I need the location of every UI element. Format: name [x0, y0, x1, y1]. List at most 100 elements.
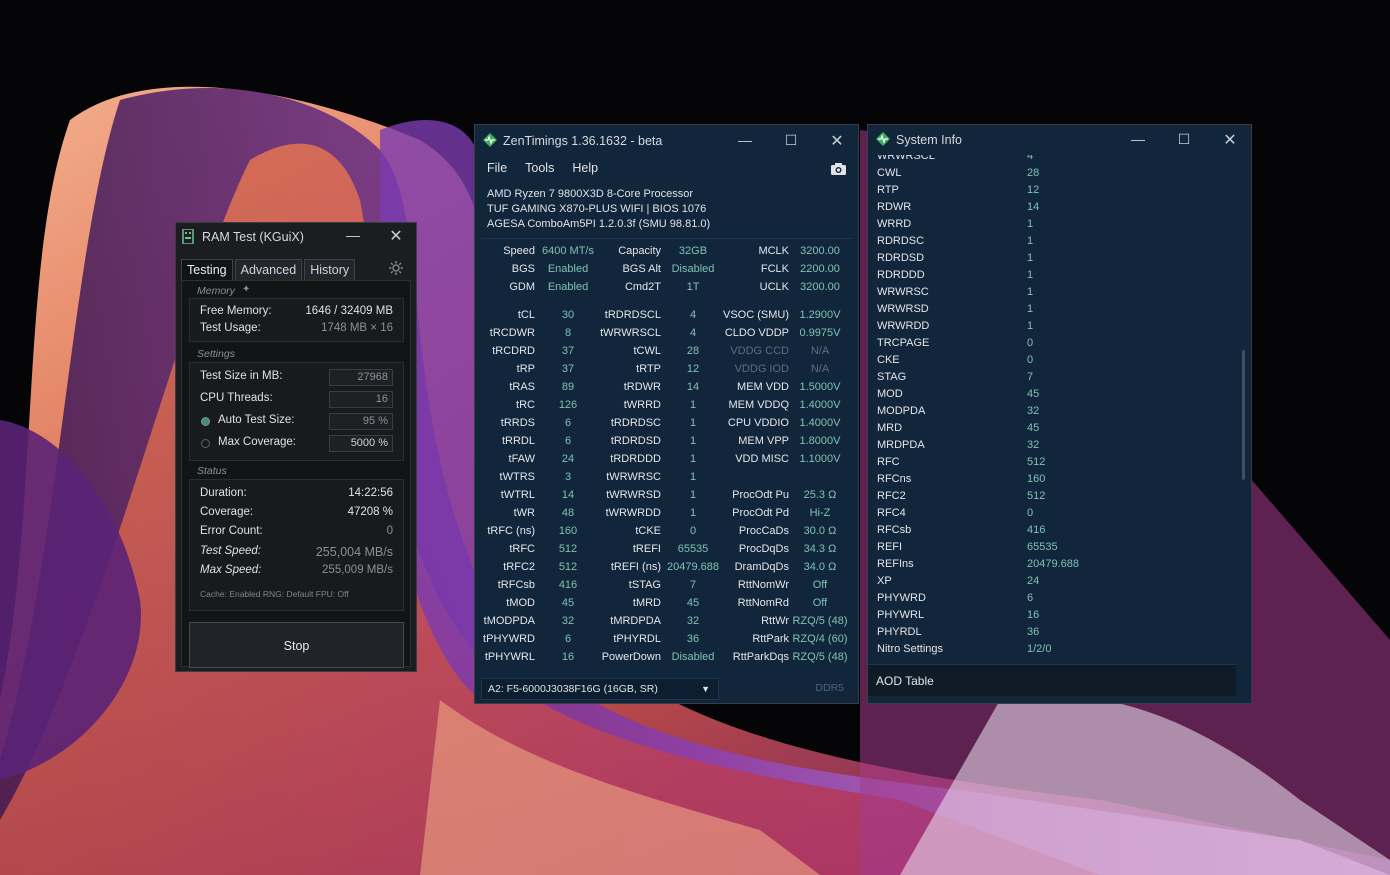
camera-icon[interactable] [831, 162, 846, 180]
list-item: MRD 45 [877, 420, 1236, 437]
timing-label: VDD MISC [735, 453, 789, 465]
stop-button[interactable]: Stop [189, 622, 404, 668]
auto-test-size-radio[interactable] [201, 417, 210, 426]
sysinfo-titlebar[interactable]: System Info — ☐ ✕ [868, 125, 1251, 155]
list-item-label: RDRDDD [877, 269, 925, 281]
minimize-button[interactable]: — [725, 132, 765, 148]
settings-icon[interactable] [388, 260, 404, 276]
timing-label: RttWr [761, 615, 789, 627]
list-item-label: RDWR [877, 201, 912, 213]
dimm-select[interactable]: A2: F5-6000J3038F16G (16GB, SR) ▼ [481, 678, 719, 700]
minimize-button[interactable]: — [333, 227, 373, 243]
timing-label: CLDO VDDP [724, 327, 789, 339]
list-item-value: 1 [1027, 218, 1034, 230]
timing-label: tPHYRDL [613, 633, 661, 645]
list-item-label: PHYWRL [877, 609, 925, 621]
list-item-value: 1 [1027, 320, 1034, 332]
timing-label: ProcDqDs [738, 543, 789, 555]
timing-value: 1.2900V [799, 309, 841, 321]
maximize-button[interactable]: ☐ [1164, 131, 1204, 148]
timing-value: RZQ/4 (60) [792, 633, 848, 645]
list-item-label: WRWRSCL [877, 155, 935, 162]
list-item-value: 12 [1027, 184, 1040, 196]
tab-advanced[interactable]: Advanced [234, 259, 303, 281]
list-item-label: PHYRDL [877, 626, 922, 638]
list-item-label: WRWRDD [877, 320, 930, 332]
menu-tools[interactable]: Tools [525, 161, 554, 175]
max-coverage-input[interactable]: 5000 % [329, 435, 393, 452]
timing-label: MEM VDDQ [728, 399, 790, 411]
timing-label: UCLK [759, 281, 789, 293]
list-item-value: 1 [1027, 286, 1034, 298]
ram-app-icon [182, 228, 194, 245]
list-item-label: RFCns [877, 473, 912, 485]
list-item-value: 4 [1027, 155, 1034, 162]
duration-label: Duration: [200, 487, 247, 499]
list-item: MOD 45 [877, 386, 1236, 403]
timing-value: 30.0 Ω [803, 525, 837, 537]
list-item-value: 24 [1027, 575, 1040, 587]
list-item-value: 0 [1027, 354, 1034, 366]
timing-label: tRAS [509, 381, 535, 393]
timing-label: FCLK [760, 263, 789, 275]
cpu-threads-input[interactable]: 16 [329, 391, 393, 408]
timing-label: tRCDRD [492, 345, 535, 357]
timing-label: VSOC (SMU) [723, 309, 789, 321]
list-item: WRWRDD 1 [877, 318, 1236, 335]
timing-label: GDM [509, 281, 535, 293]
timing-label: tFAW [508, 453, 535, 465]
timing-label: ProcCaDs [738, 525, 789, 537]
zen-titlebar[interactable]: ZenTimings 1.36.1632 - beta — ☐ ✕ [475, 125, 858, 156]
list-item-label: PHYWRD [877, 592, 926, 604]
max-speed-value: 255,009 MB/s [322, 564, 393, 576]
timing-value: 34.3 Ω [803, 543, 837, 555]
aod-table-row[interactable]: AOD Table [868, 664, 1236, 696]
timing-value: 3200.00 [800, 281, 840, 293]
timing-value: 1.5000V [799, 381, 841, 393]
list-item: MRDPDA 32 [877, 437, 1236, 454]
zen-title: ZenTimings 1.36.1632 - beta [503, 134, 663, 148]
menu-file[interactable]: File [487, 161, 507, 175]
max-coverage-radio[interactable] [201, 439, 210, 448]
list-item-value: 32 [1027, 439, 1040, 451]
list-item: RTP 12 [877, 182, 1236, 199]
list-item-value: 1 [1027, 269, 1034, 281]
close-button[interactable]: ✕ [376, 226, 416, 246]
timing-value: 1.8000V [799, 435, 841, 447]
list-item-value: 512 [1027, 490, 1046, 502]
scrollbar-thumb[interactable] [1242, 350, 1245, 480]
free-memory-value: 1646 / 32409 MB [305, 305, 393, 317]
maximize-button[interactable]: ☐ [771, 132, 811, 149]
sysinfo-app-icon [876, 132, 890, 151]
list-item: REFIns 20479.688 [877, 556, 1236, 573]
menu-help[interactable]: Help [572, 161, 598, 175]
settings-group-label: Settings [197, 348, 235, 360]
minimize-button[interactable]: — [1118, 131, 1158, 147]
ramtest-titlebar[interactable]: RAM Test (KGuiX) — ✕ [176, 223, 416, 251]
timing-label: tRTP [636, 363, 661, 375]
tab-testing[interactable]: Testing [181, 259, 233, 281]
timing-label: BGS [511, 263, 535, 275]
auto-test-size-input[interactable]: 95 % [329, 413, 393, 430]
zentimings-window: ZenTimings 1.36.1632 - beta — ☐ ✕ File T… [474, 124, 859, 704]
close-button[interactable]: ✕ [817, 131, 857, 151]
system-info-list[interactable]: WRWRSCL 4 CWL 28 RTP 12 RDWR 14 WRRD 1 RDRDSC 1 RDRD… [868, 155, 1236, 662]
timing-label: tWRWRSC [606, 471, 661, 483]
close-button[interactable]: ✕ [1210, 130, 1250, 150]
testing-panel: Memory ✦ Free Memory: 1646 / 32409 MB Te… [181, 280, 411, 668]
tab-history[interactable]: History [304, 259, 356, 281]
list-item: RDRDDD 1 [877, 267, 1236, 284]
coverage-label: Coverage: [200, 506, 254, 518]
list-item-value: 1 [1027, 252, 1034, 264]
memory-group: Free Memory: 1646 / 32409 MB Test Usage:… [189, 298, 404, 342]
list-item-label: RFCsb [877, 524, 912, 536]
status-footer: Cache: Enabled RNG: Default FPU: Off [200, 589, 349, 599]
list-item-value: 45 [1027, 388, 1040, 400]
test-size-input[interactable]: 27968 [329, 369, 393, 386]
list-item-value: 1/2/0 [1027, 643, 1052, 655]
list-item: RFC 512 [877, 454, 1236, 471]
status-group-label: Status [197, 465, 227, 477]
list-item: WRRD 1 [877, 216, 1236, 233]
list-item: RDRDSD 1 [877, 250, 1236, 267]
timing-label: VDDG IOD [734, 363, 789, 375]
